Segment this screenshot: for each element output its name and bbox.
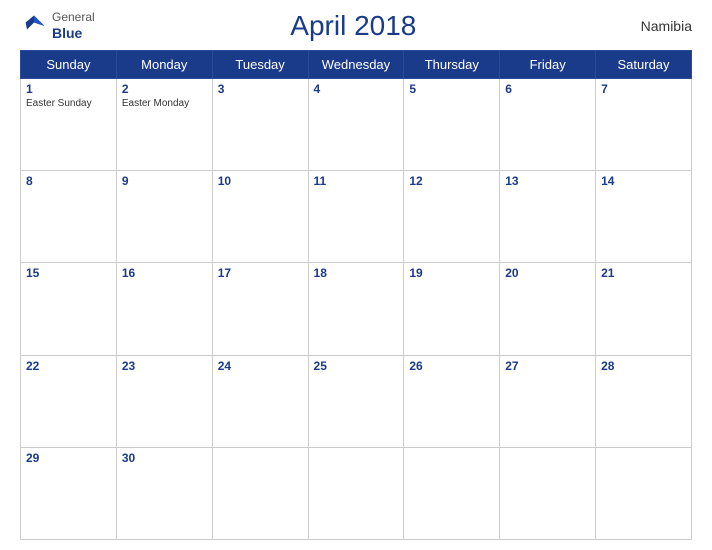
col-thursday: Thursday — [404, 51, 500, 79]
calendar-cell: 4 — [308, 79, 404, 171]
col-tuesday: Tuesday — [212, 51, 308, 79]
day-number: 20 — [505, 266, 590, 280]
calendar-table: Sunday Monday Tuesday Wednesday Thursday… — [20, 50, 692, 540]
day-number: 16 — [122, 266, 207, 280]
day-number: 24 — [218, 359, 303, 373]
logo-icon — [20, 12, 48, 40]
day-number: 9 — [122, 174, 207, 188]
calendar-cell: 21 — [596, 263, 692, 355]
calendar-week-3: 15 16 17 18 19 20 21 — [21, 263, 692, 355]
calendar-cell — [212, 447, 308, 539]
day-number: 28 — [601, 359, 686, 373]
calendar-cell: 20 — [500, 263, 596, 355]
calendar-cell: 24 — [212, 355, 308, 447]
page-header: General Blue April 2018 Namibia — [20, 10, 692, 42]
calendar-cell: 1 Easter Sunday — [21, 79, 117, 171]
day-number: 7 — [601, 82, 686, 96]
day-number: 1 — [26, 82, 111, 96]
day-number: 11 — [314, 174, 399, 188]
day-number: 19 — [409, 266, 494, 280]
calendar-cell: 5 — [404, 79, 500, 171]
day-number: 5 — [409, 82, 494, 96]
country-label: Namibia — [612, 18, 692, 34]
calendar-cell: 2 Easter Monday — [116, 79, 212, 171]
day-number: 30 — [122, 451, 207, 465]
day-number: 10 — [218, 174, 303, 188]
day-number: 25 — [314, 359, 399, 373]
days-header-row: Sunday Monday Tuesday Wednesday Thursday… — [21, 51, 692, 79]
day-number: 26 — [409, 359, 494, 373]
day-number: 3 — [218, 82, 303, 96]
calendar-cell — [404, 447, 500, 539]
day-number: 14 — [601, 174, 686, 188]
calendar-cell: 22 — [21, 355, 117, 447]
logo-text: General Blue — [52, 10, 95, 41]
col-sunday: Sunday — [21, 51, 117, 79]
calendar-cell — [500, 447, 596, 539]
calendar-cell: 30 — [116, 447, 212, 539]
day-number: 27 — [505, 359, 590, 373]
calendar-cell: 7 — [596, 79, 692, 171]
calendar-cell: 28 — [596, 355, 692, 447]
day-number: 13 — [505, 174, 590, 188]
calendar-week-5: 29 30 — [21, 447, 692, 539]
calendar-cell: 8 — [21, 171, 117, 263]
holiday-label: Easter Monday — [122, 98, 207, 109]
calendar-week-2: 89 10 11 12 13 14 — [21, 171, 692, 263]
calendar-title: April 2018 — [95, 10, 612, 42]
calendar-cell: 14 — [596, 171, 692, 263]
day-number: 2 — [122, 82, 207, 96]
calendar-cell: 10 — [212, 171, 308, 263]
day-number: 6 — [505, 82, 590, 96]
calendar-cell: 16 — [116, 263, 212, 355]
calendar-cell: 6 — [500, 79, 596, 171]
holiday-label: Easter Sunday — [26, 98, 111, 109]
calendar-cell: 13 — [500, 171, 596, 263]
col-wednesday: Wednesday — [308, 51, 404, 79]
calendar-cell: 26 — [404, 355, 500, 447]
day-number: 18 — [314, 266, 399, 280]
day-number: 15 — [26, 266, 111, 280]
calendar-cell: 17 — [212, 263, 308, 355]
calendar-cell: 27 — [500, 355, 596, 447]
col-saturday: Saturday — [596, 51, 692, 79]
calendar-cell: 9 — [116, 171, 212, 263]
calendar-cell: 23 — [116, 355, 212, 447]
day-number: 23 — [122, 359, 207, 373]
calendar-week-1: 1 Easter Sunday 2 Easter Monday 34567 — [21, 79, 692, 171]
calendar-cell: 19 — [404, 263, 500, 355]
day-number: 22 — [26, 359, 111, 373]
calendar-cell: 11 — [308, 171, 404, 263]
calendar-cell — [596, 447, 692, 539]
day-number: 12 — [409, 174, 494, 188]
day-number: 29 — [26, 451, 111, 465]
col-monday: Monday — [116, 51, 212, 79]
logo: General Blue — [20, 10, 95, 41]
day-number: 8 — [26, 174, 111, 188]
calendar-cell — [308, 447, 404, 539]
calendar-cell: 25 — [308, 355, 404, 447]
calendar-week-4: 22 23 24 25 26 27 28 — [21, 355, 692, 447]
col-friday: Friday — [500, 51, 596, 79]
calendar-cell: 12 — [404, 171, 500, 263]
calendar-cell: 15 — [21, 263, 117, 355]
day-number: 17 — [218, 266, 303, 280]
calendar-cell: 29 — [21, 447, 117, 539]
day-number: 21 — [601, 266, 686, 280]
calendar-cell: 3 — [212, 79, 308, 171]
day-number: 4 — [314, 82, 399, 96]
calendar-cell: 18 — [308, 263, 404, 355]
